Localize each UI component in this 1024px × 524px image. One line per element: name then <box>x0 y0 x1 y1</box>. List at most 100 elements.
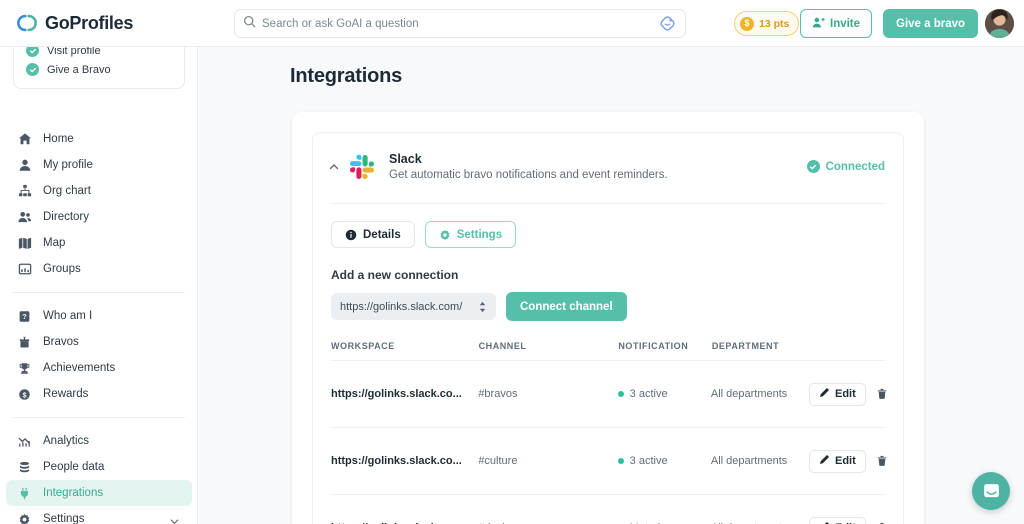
settings-button[interactable]: Settings <box>424 221 517 248</box>
points-badge[interactable]: $ 13 pts <box>734 11 800 36</box>
map-icon <box>17 236 32 251</box>
check-circle-icon <box>806 160 820 173</box>
edit-button[interactable]: Edit <box>809 516 866 524</box>
question-badge-icon: ? <box>17 309 32 324</box>
workspace-select[interactable]: https://golinks.slack.com/ <box>331 293 496 320</box>
cell-department: All departments <box>710 387 788 400</box>
edit-label: Edit <box>835 455 856 467</box>
table-row: https://golinks.slack.co... #bravos 3 ac… <box>331 361 888 428</box>
page-title: Integrations <box>290 65 403 87</box>
home-icon <box>17 132 32 147</box>
sidebar-item-integrations[interactable]: Integrations <box>6 480 192 506</box>
status-dot-icon <box>617 391 624 397</box>
invite-label: Invite <box>830 17 861 30</box>
chevron-up-icon[interactable] <box>325 161 343 173</box>
integration-actions: Details Settings <box>313 204 903 248</box>
slack-integration-card: Slack Get automatic bravo notifications … <box>312 132 904 524</box>
sidebar-group-primary: Home My profile Org chart Directory Map … <box>0 122 197 286</box>
sidebar-item-label: People data <box>43 461 105 473</box>
sidebar-item-org-chart[interactable]: Org chart <box>6 178 192 204</box>
cell-department: All departments <box>711 521 809 524</box>
support-chat-button[interactable] <box>972 472 1010 510</box>
sidebar-item-settings[interactable]: Settings <box>6 506 192 524</box>
sidebar-item-map[interactable]: Map <box>6 230 192 256</box>
groups-icon <box>17 262 32 277</box>
sidebar-item-rewards[interactable]: $ Rewards <box>6 381 192 407</box>
connections-table: WORKSPACE CHANNEL NOTIFICATION DEPARTMEN… <box>331 341 888 524</box>
cell-workspace: https://golinks.slack.co... <box>331 388 462 400</box>
database-icon <box>17 460 32 475</box>
edit-label: Edit <box>835 388 856 400</box>
cell-channel: #culture <box>478 455 518 467</box>
org-chart-icon <box>17 184 32 199</box>
plug-icon <box>17 486 32 501</box>
status-dot-icon <box>617 458 624 464</box>
sidebar-item-label: Groups <box>43 263 81 275</box>
integration-description: Get automatic bravo notifications and ev… <box>389 169 668 181</box>
status-badge: Connected <box>806 160 885 173</box>
checklist-item[interactable]: Give a Bravo <box>14 60 184 79</box>
sidebar-item-home[interactable]: Home <box>6 126 192 152</box>
sidebar-item-achievements[interactable]: Achievements <box>6 355 192 381</box>
sidebar-item-label: Integrations <box>43 487 104 499</box>
edit-button[interactable]: Edit <box>809 449 866 473</box>
person-icon <box>17 158 32 173</box>
chevron-down-icon[interactable] <box>169 514 180 524</box>
sidebar-item-analytics[interactable]: Analytics <box>6 428 192 454</box>
table-header-row: WORKSPACE CHANNEL NOTIFICATION DEPARTMEN… <box>331 341 885 361</box>
sidebar-item-label: Org chart <box>43 185 91 197</box>
sidebar-item-groups[interactable]: Groups <box>6 256 192 282</box>
checklist-item-label: Give a Bravo <box>47 63 111 76</box>
main-content: Integrations Slack Get automatic bravo n… <box>198 47 1024 524</box>
add-person-icon <box>812 16 825 32</box>
check-circle-icon <box>26 63 39 76</box>
cell-actions: Edit <box>809 449 888 473</box>
edit-button[interactable]: Edit <box>809 382 866 406</box>
invite-button[interactable]: Invite <box>800 9 873 38</box>
checklist-item[interactable]: Visit profile <box>14 47 184 60</box>
sidebar-item-people-data[interactable]: People data <box>6 454 192 480</box>
delete-button[interactable] <box>876 388 888 400</box>
sidebar-item-who-am-i[interactable]: ? Who am I <box>6 303 192 329</box>
search-icon <box>243 15 256 33</box>
checklist-item-label: Visit profile <box>47 47 101 57</box>
sidebar-item-label: Settings <box>43 513 85 524</box>
check-circle-icon <box>26 47 39 57</box>
sidebar-navigation: Home My profile Org chart Directory Map … <box>0 122 197 524</box>
cell-department: All departments <box>710 454 788 467</box>
cell-workspace: https://golinks.slack.co... <box>331 455 462 467</box>
sidebar-item-label: Who am I <box>43 310 93 322</box>
delete-button[interactable] <box>876 455 888 467</box>
cell-notification: 3 active <box>617 388 711 400</box>
sidebar-item-label: My profile <box>43 159 93 171</box>
bravo-icon <box>17 335 32 350</box>
people-icon <box>17 210 32 225</box>
top-navigation-bar: GoProfiles $ 13 pts <box>0 0 1024 47</box>
give-a-bravo-button[interactable]: Give a bravo <box>883 9 979 38</box>
integrations-panel: Slack Get automatic bravo notifications … <box>292 112 924 524</box>
sidebar-item-directory[interactable]: Directory <box>6 204 192 230</box>
sidebar-group-admin: Analytics People data Integrations Setti… <box>0 424 197 524</box>
sidebar-item-my-profile[interactable]: My profile <box>6 152 192 178</box>
info-icon <box>345 229 357 241</box>
workspace-select-value: https://golinks.slack.com/ <box>340 300 463 313</box>
details-button[interactable]: Details <box>331 221 415 248</box>
integration-name: Slack <box>389 152 422 166</box>
sidebar-item-bravos[interactable]: Bravos <box>6 329 192 355</box>
notification-label: 3 active <box>629 455 668 467</box>
brand-logo-link[interactable]: GoProfiles <box>14 12 214 34</box>
gear-icon <box>439 229 451 241</box>
sidebar: Complete Profile Visit profile Give a Br… <box>0 47 198 524</box>
table-row: https://golinks.slack.co... #design Mute… <box>331 495 885 524</box>
integration-header: Slack Get automatic bravo notifications … <box>313 133 903 181</box>
onboarding-checklist-card: Complete Profile Visit profile Give a Br… <box>13 47 185 89</box>
pencil-icon <box>819 387 830 401</box>
global-search-bar[interactable] <box>234 9 686 38</box>
trophy-icon <box>17 361 32 376</box>
connect-channel-button[interactable]: Connect channel <box>506 292 627 321</box>
search-input[interactable] <box>262 17 657 30</box>
pencil-icon <box>819 454 830 468</box>
goai-assistant-icon[interactable] <box>657 14 677 34</box>
sidebar-divider <box>13 292 185 293</box>
user-avatar[interactable] <box>985 9 1014 38</box>
